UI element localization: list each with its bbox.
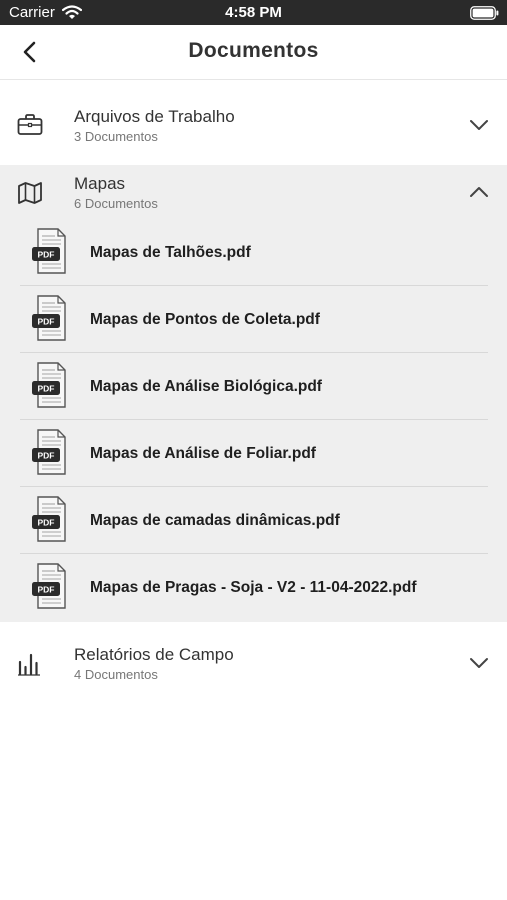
file-row[interactable]: PDF Mapas de Talhões.pdf <box>20 219 488 286</box>
section-title: Mapas <box>74 174 126 193</box>
chevron-down-icon[interactable] <box>469 657 489 669</box>
pdf-file-icon: PDF <box>32 228 66 274</box>
pdf-badge-label: PDF <box>38 585 55 595</box>
pdf-file-icon: PDF <box>32 563 66 609</box>
file-name: Mapas de Pragas - Soja - V2 - 11-04-2022… <box>90 579 417 596</box>
pdf-badge-label: PDF <box>38 384 55 394</box>
status-bar: Carrier 4:58 PM <box>0 0 507 25</box>
navigation-bar: Documentos <box>0 25 507 80</box>
section-mapas[interactable]: Mapas 6 Documentos <box>0 165 507 222</box>
pdf-file-icon: PDF <box>32 295 66 341</box>
file-name: Mapas de Talhões.pdf <box>90 244 251 261</box>
pdf-file-icon: PDF <box>32 496 66 542</box>
pdf-badge-label: PDF <box>38 317 55 327</box>
file-row[interactable]: PDF Mapas de Pontos de Coleta.pdf <box>20 286 488 353</box>
file-name: Mapas de Análise de Foliar.pdf <box>90 445 316 462</box>
map-icon <box>18 182 42 204</box>
chevron-up-icon[interactable] <box>469 186 489 198</box>
pdf-badge-label: PDF <box>38 518 55 528</box>
pdf-file-icon: PDF <box>32 362 66 408</box>
battery-icon <box>470 6 499 20</box>
file-row[interactable]: PDF Mapas de Análise Biológica.pdf <box>20 353 488 420</box>
section-title: Relatórios de Campo <box>74 645 234 664</box>
section-arquivos-de-trabalho[interactable]: Arquivos de Trabalho 3 Documentos <box>0 80 507 166</box>
pdf-file-icon: PDF <box>32 429 66 475</box>
chevron-down-icon[interactable] <box>469 119 489 131</box>
file-name: Mapas de Pontos de Coleta.pdf <box>90 311 320 328</box>
file-name: Mapas de Análise Biológica.pdf <box>90 378 322 395</box>
pdf-badge-label: PDF <box>38 451 55 461</box>
section-relatorios-de-campo[interactable]: Relatórios de Campo 4 Documentos <box>0 622 507 708</box>
file-row[interactable]: PDF Mapas de Análise de Foliar.pdf <box>20 420 488 487</box>
page-title: Documentos <box>188 39 319 62</box>
section-count: 6 Documentos <box>74 196 158 211</box>
section-count: 3 Documentos <box>74 129 158 144</box>
file-row[interactable]: PDF Mapas de camadas dinâmicas.pdf <box>20 487 488 554</box>
pdf-badge-label: PDF <box>38 250 55 260</box>
clock: 4:58 PM <box>225 4 282 21</box>
file-row[interactable]: PDF Mapas de Pragas - Soja - V2 - 11-04-… <box>20 554 488 621</box>
bar-chart-icon <box>18 653 40 676</box>
section-count: 4 Documentos <box>74 667 158 682</box>
briefcase-icon <box>17 114 43 135</box>
file-name: Mapas de camadas dinâmicas.pdf <box>90 512 340 529</box>
section-title: Arquivos de Trabalho <box>74 107 235 126</box>
section-mapas-expanded: Mapas 6 Documentos PDF Mapas de Talhões.… <box>0 165 507 622</box>
